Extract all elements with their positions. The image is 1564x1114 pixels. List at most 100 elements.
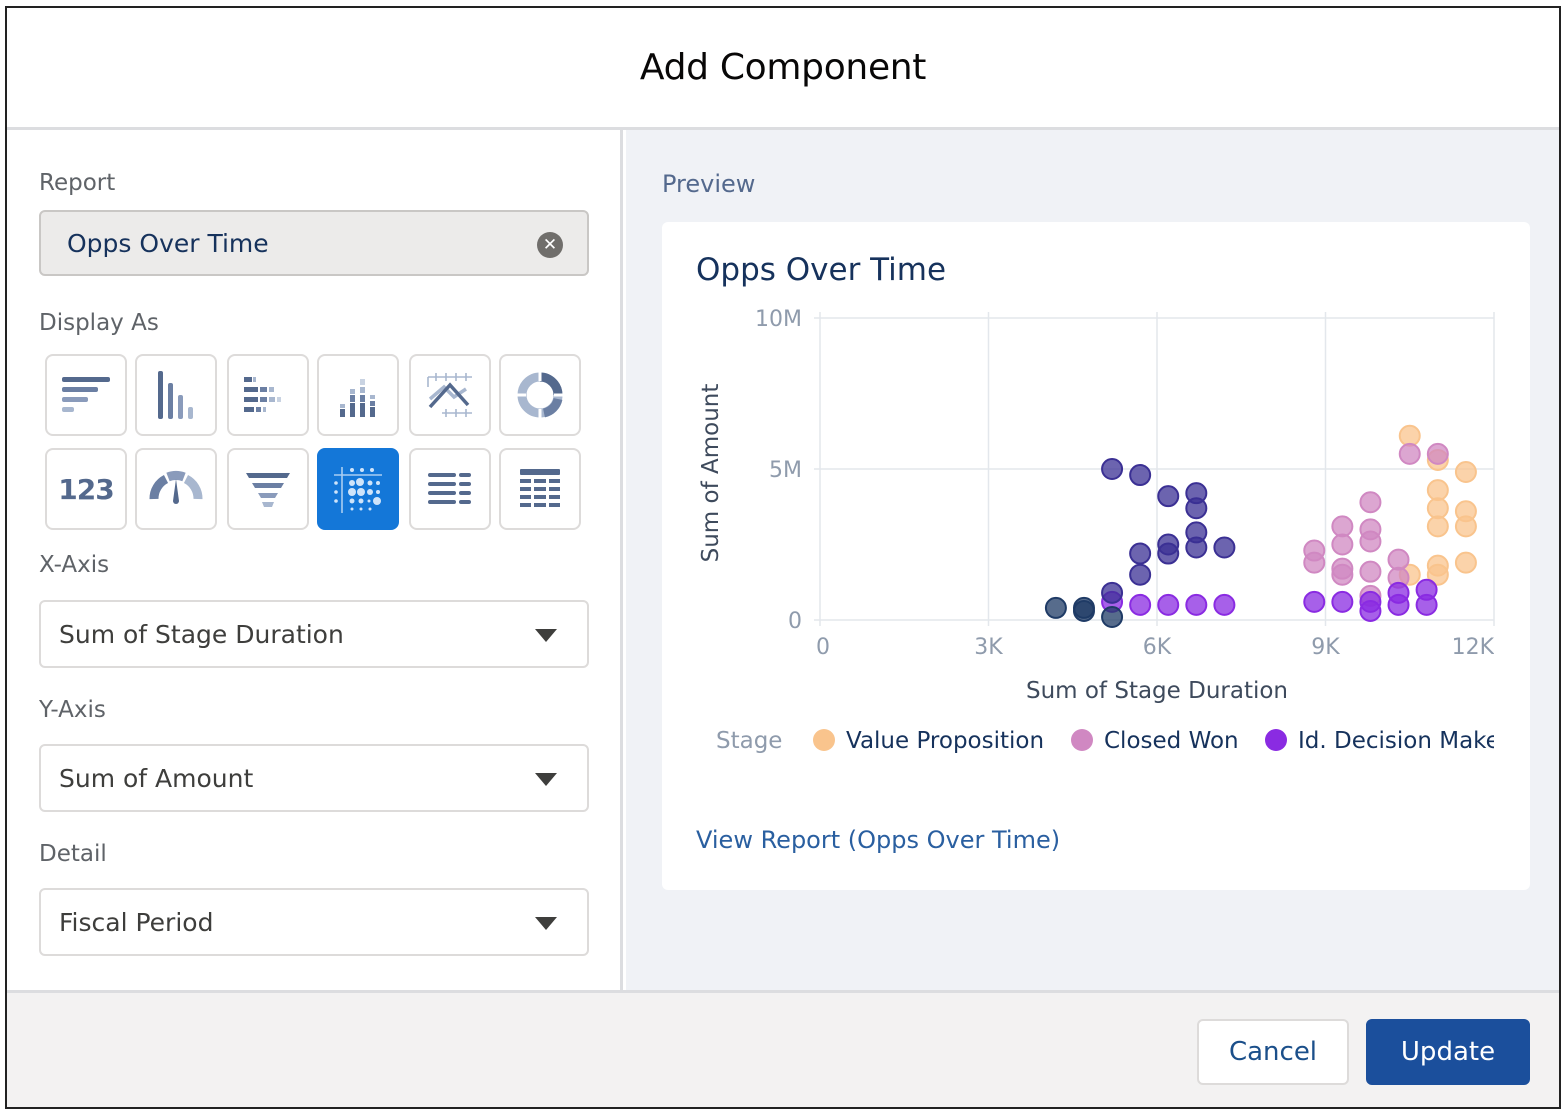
y-tick-label: 10M: [755, 307, 802, 332]
y-axis-title: Sum of Amount: [698, 384, 724, 563]
preview-card: Opps Over Time 0 3K 6K 9K 12K 0 5M 10M Sum of St…: [662, 222, 1530, 890]
donut-chart-icon: [516, 371, 564, 419]
display-type-table[interactable]: [499, 448, 581, 530]
legend-title: Stage: [716, 728, 782, 754]
data-point: [1387, 593, 1410, 616]
chart-labels: 0 3K 6K 9K 12K 0 5M 10M Sum of Stage Duration Sum…: [698, 307, 1521, 754]
legend-label: Value Proposition: [846, 728, 1044, 754]
x-tick-label: 12K: [1452, 635, 1495, 660]
scatter-chart-icon: [334, 467, 382, 513]
data-point: [1072, 599, 1095, 622]
line-chart-icon: [427, 373, 472, 417]
data-point: [1415, 593, 1438, 616]
report-lookup-field[interactable]: Opps Over Time ✕: [39, 210, 589, 276]
display-type-horizontal-bar[interactable]: [45, 354, 127, 436]
data-point: [1213, 536, 1236, 559]
x-tick-label: 6K: [1143, 635, 1172, 660]
chevron-down-icon: [535, 629, 557, 642]
modal-header: Add Component: [7, 8, 1559, 130]
display-type-vertical-bar[interactable]: [135, 354, 217, 436]
legend-swatch: [1071, 729, 1093, 751]
data-point: [1185, 593, 1208, 616]
table-icon: [520, 469, 560, 507]
data-point: [1359, 560, 1382, 583]
y-tick-label: 0: [788, 609, 802, 634]
display-type-stacked-vertical-bar[interactable]: [317, 354, 399, 436]
view-report-link[interactable]: View Report (Opps Over Time): [696, 826, 1060, 854]
data-point: [1157, 485, 1180, 508]
data-point: [1454, 515, 1477, 538]
data-point: [1303, 551, 1326, 574]
data-point: [1398, 442, 1421, 465]
config-panel: Report Opps Over Time ✕ Display As 123 X…: [7, 130, 623, 990]
data-point: [1129, 593, 1152, 616]
add-component-modal: Add Component Report Opps Over Time ✕ Di…: [5, 6, 1561, 1109]
display-type-gauge[interactable]: [135, 448, 217, 530]
x-axis-select[interactable]: Sum of Stage Duration: [39, 600, 589, 668]
x-axis-value: Sum of Stage Duration: [59, 619, 344, 649]
y-axis-value: Sum of Amount: [59, 763, 254, 793]
data-point: [1426, 442, 1449, 465]
clear-icon[interactable]: ✕: [537, 232, 563, 258]
data-point: [1426, 515, 1449, 538]
stacked-horizontal-bar-chart-icon: [244, 377, 281, 412]
y-axis-select[interactable]: Sum of Amount: [39, 744, 589, 812]
data-point: [1185, 536, 1208, 559]
preview-panel: Preview Opps Over Time 0 3K 6K 9K 12K 0 5M 10M S…: [626, 130, 1559, 990]
display-type-stacked-horizontal-bar[interactable]: [227, 354, 309, 436]
data-point: [1303, 590, 1326, 613]
data-point: [1331, 515, 1354, 538]
display-type-donut[interactable]: [499, 354, 581, 436]
cancel-button[interactable]: Cancel: [1197, 1019, 1349, 1085]
chevron-down-icon: [535, 773, 557, 786]
preview-label: Preview: [662, 170, 756, 198]
modal-title: Add Component: [639, 47, 927, 88]
data-point: [1129, 464, 1152, 487]
y-axis-label: Y-Axis: [39, 697, 106, 723]
funnel-icon: [246, 473, 290, 507]
horizontal-bar-chart-icon: [62, 377, 110, 412]
display-type-line[interactable]: [409, 354, 491, 436]
data-point: [1129, 542, 1152, 565]
display-type-funnel[interactable]: [227, 448, 309, 530]
scatter-chart: 0 3K 6K 9K 12K 0 5M 10M Sum of Stage Duration Sum…: [698, 307, 1521, 754]
data-point: [1129, 563, 1152, 586]
data-point: [1331, 533, 1354, 556]
data-point: [1387, 548, 1410, 571]
x-tick-label: 9K: [1311, 635, 1340, 660]
update-button[interactable]: Update: [1366, 1019, 1530, 1085]
display-type-metric[interactable]: 123: [45, 448, 127, 530]
data-point: [1359, 491, 1382, 514]
data-point: [1426, 497, 1449, 520]
legend-swatch: [813, 729, 835, 751]
vertical-bar-chart-icon: [158, 371, 193, 419]
data-point: [1398, 424, 1421, 447]
display-type-scatter[interactable]: [317, 448, 399, 530]
data-point: [1101, 458, 1124, 480]
data-point: [1359, 530, 1382, 553]
legend-label: Id. Decision Makers: [1298, 728, 1521, 754]
y-tick-label: 5M: [769, 458, 802, 483]
data-point: [1185, 497, 1208, 520]
metric-icon: 123: [58, 472, 114, 506]
legend-label: Closed Won: [1104, 728, 1239, 754]
gauge-icon: [149, 471, 203, 504]
detail-select[interactable]: Fiscal Period: [39, 888, 589, 956]
report-value: Opps Over Time: [67, 228, 269, 258]
stacked-vertical-bar-chart-icon: [340, 379, 375, 417]
x-tick-label: 3K: [974, 635, 1003, 660]
data-point: [1331, 590, 1354, 613]
data-point: [1426, 479, 1449, 502]
x-tick-label: 0: [816, 635, 830, 660]
display-type-lightning-table[interactable]: [409, 448, 491, 530]
data-point: [1157, 542, 1180, 565]
data-point: [1101, 581, 1124, 604]
data-point: [1331, 563, 1354, 586]
modal-footer: Cancel Update: [7, 990, 1559, 1107]
chart-points: [1044, 424, 1477, 628]
data-point: [1157, 593, 1180, 616]
chevron-down-icon: [535, 917, 557, 930]
data-point: [1101, 605, 1124, 628]
data-point: [1359, 599, 1382, 622]
data-point: [1454, 551, 1477, 574]
